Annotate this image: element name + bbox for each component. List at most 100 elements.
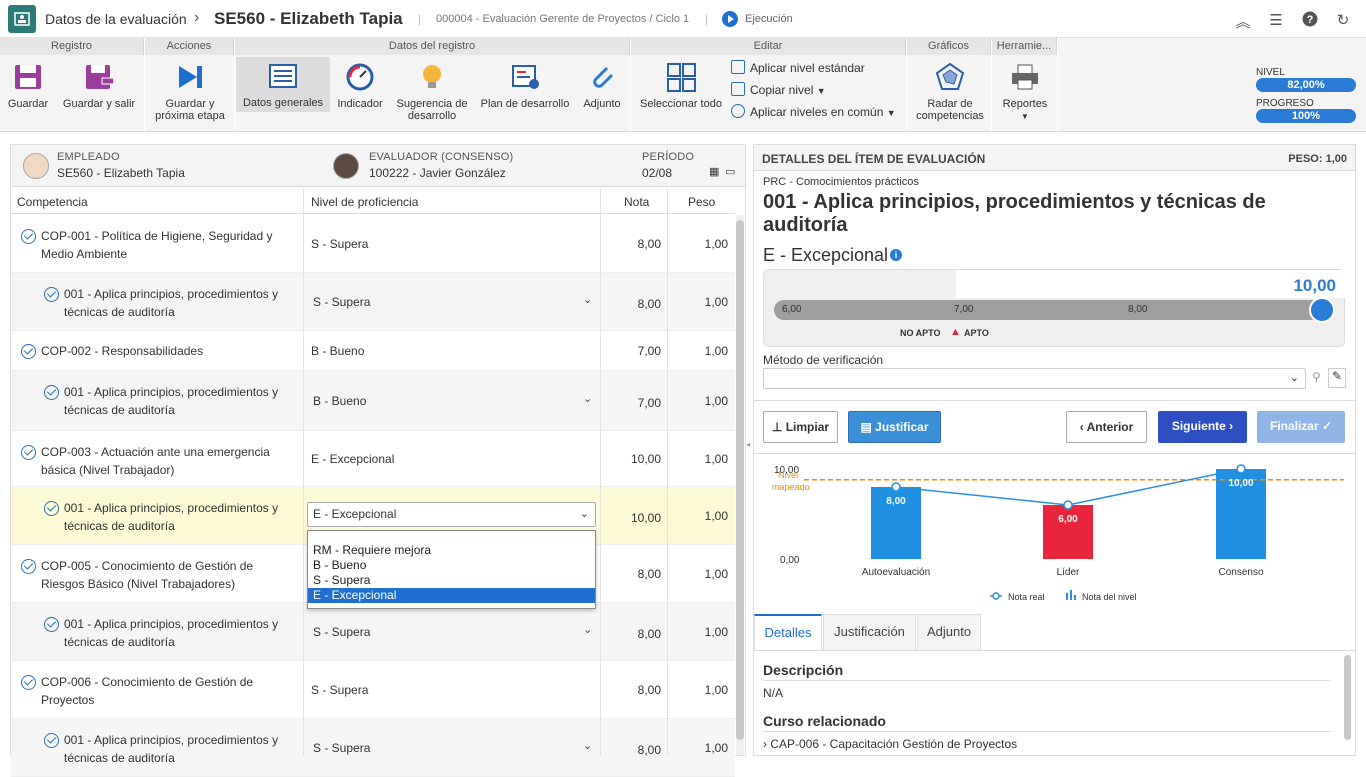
save-icon (15, 65, 41, 89)
curso-link[interactable]: › CAP-006 - Capacitación Gestión de Proy… (763, 737, 1017, 751)
printer-icon (1012, 64, 1038, 90)
y-tick-label: 0,00 (780, 555, 800, 566)
nivel-select[interactable]: E - Excepcional ⌄ (307, 502, 596, 527)
subitem-row[interactable]: 001 - Aplica principios, procedimientos … (11, 719, 735, 777)
slider-track[interactable] (774, 300, 1334, 320)
col-nota: Nota (624, 195, 650, 209)
competencia-line: 001 - Aplica principios, procedimientos … (64, 733, 279, 747)
competencia-line: COP-003 - Actuación ante una emergencia (41, 445, 270, 459)
group-herramientas: Herramie... Reportes ▼ (992, 38, 1058, 132)
list-icon[interactable]: ☰ (1267, 11, 1285, 29)
aplicar-nivel-estandar-button[interactable]: Aplicar nivel estándar (731, 60, 865, 75)
group-label: Editar (631, 38, 906, 55)
scrollbar[interactable] (736, 215, 744, 755)
breadcrumb-section[interactable]: Datos de la evaluación (45, 11, 187, 27)
subitem-row[interactable]: 001 - Aplica principios, procedimientos … (11, 371, 735, 431)
collapse-icon[interactable]: ︽ (1234, 11, 1252, 32)
divider: | (418, 12, 422, 26)
plan-label: Plan de desarrollo (480, 98, 570, 110)
level-name: E - Excepcional (763, 245, 889, 265)
guardar-button[interactable]: Guardar (4, 58, 52, 110)
seleccionar-todo-button[interactable]: Seleccionar todo (635, 58, 727, 110)
caret-down-icon: ▼ (1021, 112, 1029, 121)
refresh-icon[interactable]: ↻ (1334, 11, 1352, 29)
nivel-value[interactable]: S - Supera (313, 295, 370, 309)
radar-competencias-button[interactable]: Radar de competencias (909, 58, 991, 122)
chevron-down-icon[interactable]: ⌄ (583, 293, 592, 306)
subitem-row[interactable]: 001 - Aplica principios, procedimientos … (11, 273, 735, 331)
brush-icon[interactable]: ✎ (1328, 368, 1346, 388)
label-line: competencias (916, 110, 984, 122)
group-graficos: Gráficos Radar de competencias (907, 38, 992, 132)
sugerencia-desarrollo-button[interactable]: Sugerencia de desarrollo (393, 58, 471, 122)
help-icon[interactable]: ? (1301, 11, 1319, 31)
aplicar-niveles-comun-button[interactable]: Aplicar niveles en común ▼ (731, 104, 896, 119)
nivel-value[interactable]: S - Supera (313, 741, 370, 755)
reportes-button[interactable]: Reportes ▼ (994, 58, 1056, 123)
comment-icon[interactable]: ▭ (725, 165, 735, 178)
splitter-handle[interactable]: ◂ (746, 440, 750, 449)
label-line: próxima etapa (155, 110, 225, 122)
competencia-line: COP-002 - Responsabilidades (41, 344, 204, 358)
col-peso: Peso (688, 195, 716, 209)
binoculars-icon[interactable]: ⚲ (1312, 370, 1321, 384)
siguiente-button[interactable]: Siguiente › (1158, 411, 1247, 443)
scrollbar-thumb[interactable] (736, 220, 744, 740)
periodo-value: 02/08 (642, 166, 673, 180)
peso-value: 1,00 (704, 625, 728, 639)
nota-value: 10,00 (630, 452, 661, 466)
check-circle-icon (44, 733, 59, 748)
dropdown-option[interactable]: S - Supera (308, 573, 595, 588)
check-circle-icon (21, 559, 36, 574)
metodo-select[interactable]: ⌄ (763, 368, 1306, 389)
dropdown-option[interactable]: B - Bueno (308, 558, 595, 573)
group-editar: Editar Seleccionar todo Aplicar nivel es… (631, 38, 907, 132)
chevron-right-icon: › (1229, 419, 1234, 433)
detail-panel: DETALLES DEL ÍTEM DE EVALUACIÓN PESO: 1,… (753, 144, 1356, 756)
plan-desarrollo-button[interactable]: Plan de desarrollo (477, 58, 573, 110)
limpiar-button[interactable]: ⊥ Limpiar (763, 411, 838, 443)
check-circle-icon (44, 617, 59, 632)
check-circle-icon (44, 385, 59, 400)
indicador-button[interactable]: Indicador (333, 58, 387, 110)
group-datos: Datos del registro Datos generales Indic… (235, 38, 631, 132)
chevron-down-icon[interactable]: ⌄ (583, 392, 592, 405)
finalizar-button[interactable]: Finalizar ✓ (1257, 411, 1345, 443)
competencia-line: COP-005 - Conocimiento de Gestión de (41, 559, 254, 573)
slider-handle[interactable] (1309, 297, 1335, 323)
competencia-row[interactable]: COP-001 - Política de Higiene, Seguridad… (11, 215, 735, 273)
chevron-down-icon[interactable]: ⌄ (583, 623, 592, 636)
peso-label: PESO: 1,00 (1288, 153, 1347, 165)
guardar-salir-button[interactable]: Guardar y salir (58, 58, 140, 110)
guardar-proxima-etapa-button[interactable]: Guardar y próxima etapa (147, 58, 233, 122)
justificar-button[interactable]: ▤ Justificar (848, 411, 941, 443)
group-label: Datos del registro (235, 38, 630, 55)
adjunto-button[interactable]: Adjunto (577, 58, 627, 110)
dropdown-option[interactable]: E - Excepcional (308, 588, 595, 603)
competencia-row[interactable]: COP-006 - Conocimiento de Gestión de Proy… (11, 661, 735, 719)
calendar-icon[interactable]: ▦ (709, 165, 719, 178)
tab-justificacion[interactable]: Justificación (823, 614, 916, 650)
group-label: Registro (0, 38, 144, 55)
nivel-value[interactable]: B - Bueno (313, 394, 366, 408)
scrollbar-thumb[interactable] (1344, 655, 1351, 740)
competencia-row[interactable]: COP-002 - Responsabilidades B - Bueno 7,00… (11, 331, 735, 371)
competencia-name: 001 - Aplica principios, procedimientos … (64, 285, 278, 321)
caret-down-icon: ▼ (886, 108, 896, 118)
dropdown-option[interactable]: RM - Requiere mejora (308, 543, 595, 558)
tick-label: 8,00 (1128, 304, 1148, 315)
competencia-row[interactable]: COP-003 - Actuación ante una emergencia b… (11, 431, 735, 487)
competencia-line: Proyectos (41, 693, 95, 707)
legend-label: Nota del nivel (1082, 592, 1137, 602)
grid-icon (667, 63, 696, 92)
info-icon[interactable]: i (890, 249, 902, 261)
anterior-button[interactable]: ‹ Anterior (1066, 411, 1147, 443)
tab-adjunto[interactable]: Adjunto (917, 614, 981, 650)
datos-generales-button[interactable]: Datos generales (236, 57, 330, 112)
tab-detalles[interactable]: Detalles (754, 614, 822, 650)
copiar-nivel-button[interactable]: Copiar nivel ▼ (731, 82, 826, 97)
chevron-down-icon[interactable]: ⌄ (583, 739, 592, 752)
subitem-row[interactable]: 001 - Aplica principios, procedimientos … (11, 603, 735, 661)
save-exit-icon (86, 65, 114, 89)
nivel-value[interactable]: S - Supera (313, 625, 370, 639)
